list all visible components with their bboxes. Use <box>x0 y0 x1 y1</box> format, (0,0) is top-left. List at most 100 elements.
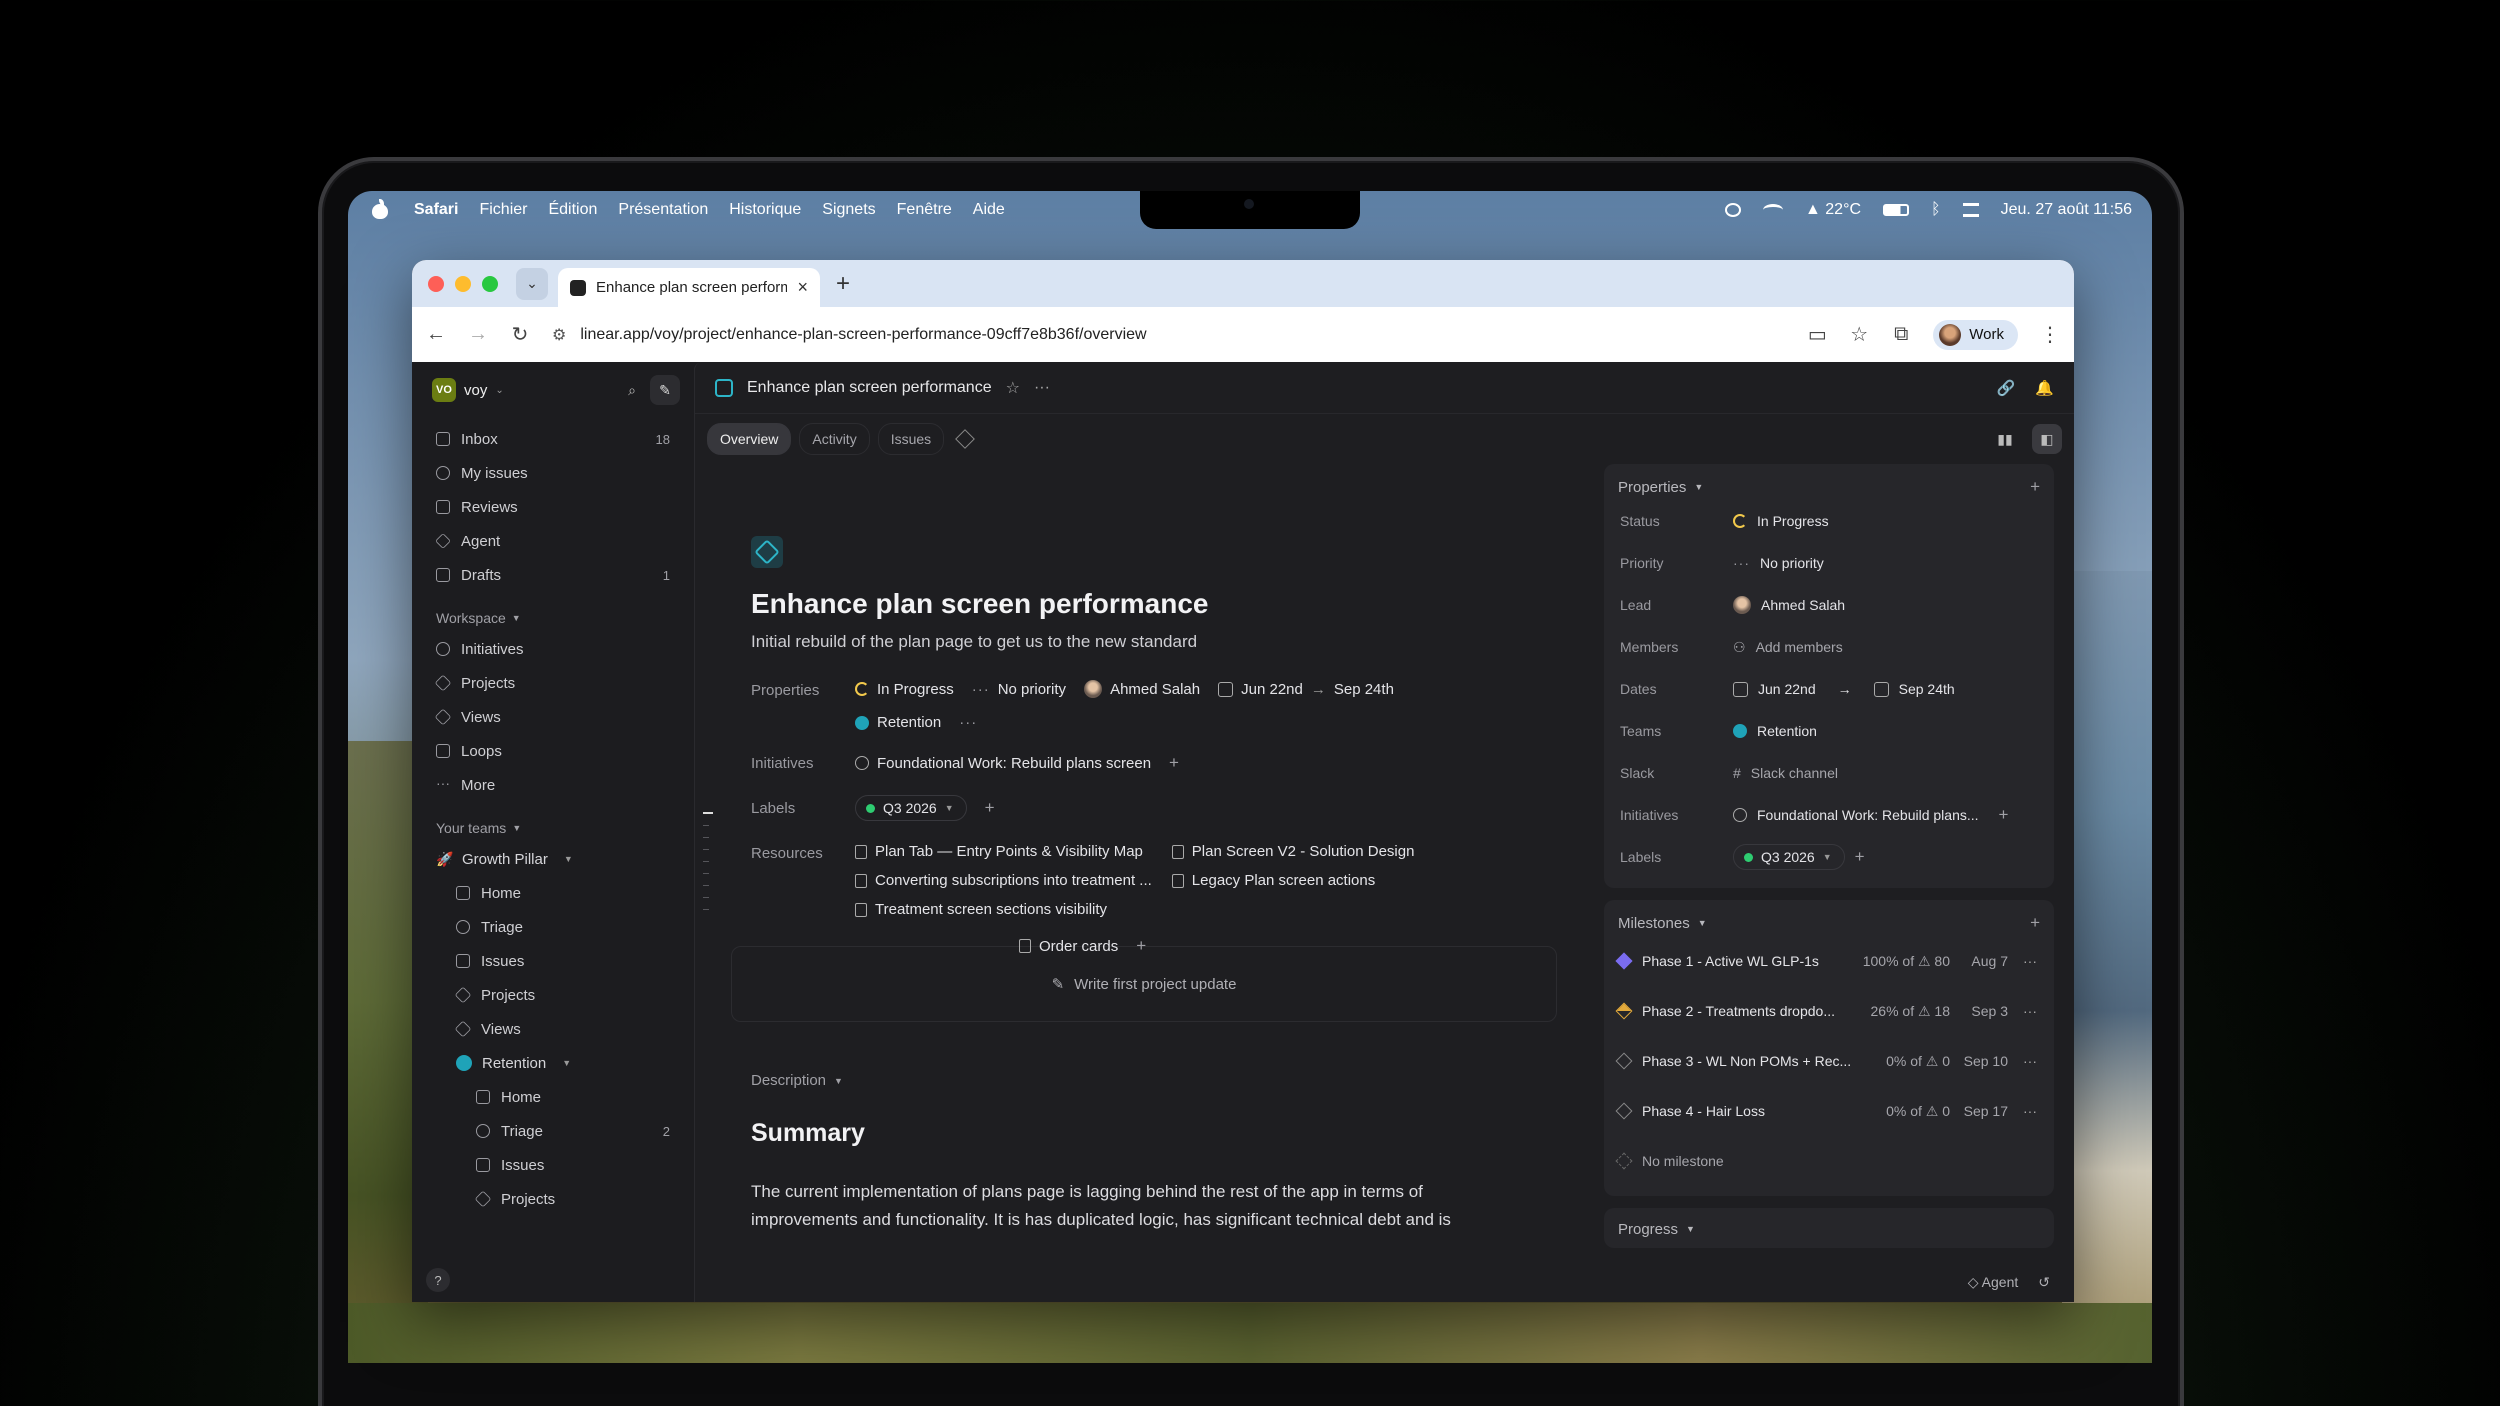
new-tab-button[interactable]: + <box>836 270 850 298</box>
label-pill[interactable]: Q3 2026 ▼ <box>855 795 967 821</box>
resource-link[interactable]: Legacy Plan screen actions <box>1171 872 1415 889</box>
more-properties-icon[interactable]: ··· <box>959 714 977 731</box>
no-milestone-row[interactable]: No milestone <box>1615 1136 2040 1186</box>
prop-initiatives[interactable]: Initiatives Foundational Work: Rebuild pl… <box>1618 794 2040 836</box>
milestones-card-header[interactable]: Milestones ▼ + <box>1618 910 2040 936</box>
sidebar-item-more[interactable]: ··· More <box>432 768 680 802</box>
sidebar-item-growth-issues[interactable]: Issues <box>432 944 680 978</box>
status-chip[interactable]: In Progress <box>855 681 954 698</box>
sidebar-item-my-issues[interactable]: My issues <box>432 456 680 490</box>
menu-app-name[interactable]: Safari <box>414 201 458 219</box>
prop-priority[interactable]: Priority ··· No priority <box>1618 542 2040 584</box>
copy-link-icon[interactable]: 🔗 <box>1997 379 2016 397</box>
team-chip[interactable]: Retention <box>855 714 941 731</box>
back-icon[interactable]: ← <box>426 323 446 346</box>
sidebar-item-retention-triage[interactable]: Triage 2 <box>432 1114 680 1148</box>
prop-lead[interactable]: Lead Ahmed Salah <box>1618 584 2040 626</box>
minimize-window-button[interactable] <box>455 275 471 292</box>
menubar-clock[interactable]: Jeu. 27 août 11:56 <box>2001 201 2132 219</box>
priority-chip[interactable]: ··· No priority <box>972 681 1066 698</box>
lead-chip[interactable]: Ahmed Salah <box>1084 680 1200 698</box>
team-growth-pillar[interactable]: 🚀 Growth Pillar ▼ <box>432 842 680 876</box>
resource-link[interactable]: Plan Screen V2 - Solution Design <box>1171 843 1414 860</box>
focus-icon[interactable] <box>1724 203 1741 217</box>
breadcrumb-project-title[interactable]: Enhance plan screen performance <box>747 379 992 397</box>
address-bar[interactable]: ⚙ linear.app/voy/project/enhance-plan-sc… <box>552 315 1785 355</box>
workspace-logo[interactable]: VO <box>432 378 456 402</box>
tab-overview[interactable]: Overview <box>707 423 792 455</box>
wifi-icon[interactable] <box>1762 204 1783 216</box>
label-pill[interactable]: Q3 2026 ▼ <box>1733 844 1845 870</box>
project-title[interactable]: Enhance plan screen performance <box>751 588 1565 620</box>
sidebar-item-growth-views[interactable]: Views <box>432 1012 680 1046</box>
sidebar-item-agent[interactable]: Agent <box>432 524 680 558</box>
sidebar-item-inbox[interactable]: Inbox 18 <box>432 422 680 456</box>
initiative-chip[interactable]: Foundational Work: Rebuild plans screen <box>855 755 1151 772</box>
prop-slack[interactable]: Slack # Slack channel <box>1618 752 2040 794</box>
prop-members[interactable]: Members ⚇ Add members <box>1618 626 2040 668</box>
sidebar-item-growth-projects[interactable]: Projects <box>432 978 680 1012</box>
workspace-section-header[interactable]: Workspace ▼ <box>436 610 680 626</box>
sidebar-item-retention-home[interactable]: Home <box>432 1080 680 1114</box>
prop-teams[interactable]: Teams Retention <box>1618 710 2040 752</box>
weather-status[interactable]: ▲ 22°C <box>1805 201 1861 219</box>
browser-tab-active[interactable]: Enhance plan screen perform × <box>558 268 820 307</box>
sidebar-item-retention-projects[interactable]: Projects <box>432 1182 680 1216</box>
menu-presentation[interactable]: Présentation <box>618 201 708 219</box>
sidebar-item-growth-triage[interactable]: Triage <box>432 910 680 944</box>
browser-menu-icon[interactable]: ⋮ <box>2040 322 2060 347</box>
notifications-bell-icon[interactable]: 🔔 <box>2035 379 2054 397</box>
menu-aide[interactable]: Aide <box>973 201 1005 219</box>
sidebar-item-loops[interactable]: Loops <box>432 734 680 768</box>
zoom-window-button[interactable] <box>482 275 498 292</box>
progress-card-header[interactable]: Progress ▼ <box>1618 1216 2040 1242</box>
resource-link[interactable]: Order cards <box>1019 938 1118 955</box>
more-options-icon[interactable]: ··· <box>2020 1003 2040 1019</box>
summary-heading[interactable]: Summary <box>751 1119 1565 1148</box>
team-retention[interactable]: Retention ▼ <box>432 1046 680 1080</box>
more-options-icon[interactable]: ··· <box>1034 379 1050 397</box>
sidebar-item-projects[interactable]: Projects <box>432 666 680 700</box>
menu-fichier[interactable]: Fichier <box>479 201 527 219</box>
add-initiative-icon[interactable]: + <box>1169 753 1179 773</box>
tab-search-dropdown-button[interactable]: ⌄ <box>516 267 548 300</box>
write-project-update-button[interactable]: ✎ Write first project update <box>731 946 1557 1022</box>
add-initiative-icon[interactable]: + <box>1999 805 2009 825</box>
project-summary[interactable]: Initial rebuild of the plan page to get … <box>751 632 1565 652</box>
details-panel-toggle-icon[interactable]: ◧ <box>2032 424 2062 454</box>
milestone-row[interactable]: Phase 2 - Treatments dropdo... 26% of ⚠ 1… <box>1615 986 2040 1036</box>
dates-chip[interactable]: Jun 22nd → Sep 24th <box>1218 681 1394 698</box>
install-app-icon[interactable]: ▭ <box>1807 322 1827 347</box>
sidebar-item-retention-issues[interactable]: Issues <box>432 1148 680 1182</box>
site-settings-icon[interactable]: ⚙ <box>552 325 566 345</box>
add-milestone-icon[interactable]: + <box>2030 913 2040 933</box>
prop-status[interactable]: Status In Progress <box>1618 500 2040 542</box>
teams-section-header[interactable]: Your teams ▼ <box>436 820 680 836</box>
apple-icon[interactable] <box>372 199 388 219</box>
chart-view-icon[interactable]: ▮▮ <box>1990 424 2020 454</box>
project-big-icon[interactable] <box>751 536 783 568</box>
description-header[interactable]: Description ▼ <box>751 1072 1565 1089</box>
sidebar-item-views[interactable]: Views <box>432 700 680 734</box>
extensions-icon[interactable]: ⧉ <box>1891 323 1911 346</box>
battery-icon[interactable] <box>1883 204 1910 216</box>
help-button[interactable]: ? <box>426 1268 450 1292</box>
sidebar-item-initiatives[interactable]: Initiatives <box>432 632 680 666</box>
prop-labels[interactable]: Labels Q3 2026 ▼ + <box>1618 836 2040 878</box>
new-issue-button[interactable]: ✎ <box>650 375 680 405</box>
favorite-star-icon[interactable]: ☆ <box>1006 378 1020 398</box>
layers-icon[interactable] <box>955 429 976 449</box>
resource-link[interactable]: Plan Tab — Entry Points & Visibility Map <box>855 843 1152 860</box>
tab-activity[interactable]: Activity <box>799 423 870 455</box>
workspace-name[interactable]: voy <box>464 382 487 399</box>
close-tab-icon[interactable]: × <box>797 277 808 298</box>
resource-link-order-cards[interactable] <box>742 901 1415 918</box>
close-window-button[interactable] <box>428 275 444 292</box>
sidebar-item-drafts[interactable]: Drafts 1 <box>432 558 680 592</box>
sidebar-item-growth-home[interactable]: Home <box>432 876 680 910</box>
add-label-icon[interactable]: + <box>985 798 995 818</box>
agent-button[interactable]: ◇ Agent <box>1968 1274 2019 1291</box>
more-options-icon[interactable]: ··· <box>2020 953 2040 969</box>
control-center-icon[interactable] <box>1962 203 1979 217</box>
profile-button[interactable]: Work <box>1933 319 2018 350</box>
